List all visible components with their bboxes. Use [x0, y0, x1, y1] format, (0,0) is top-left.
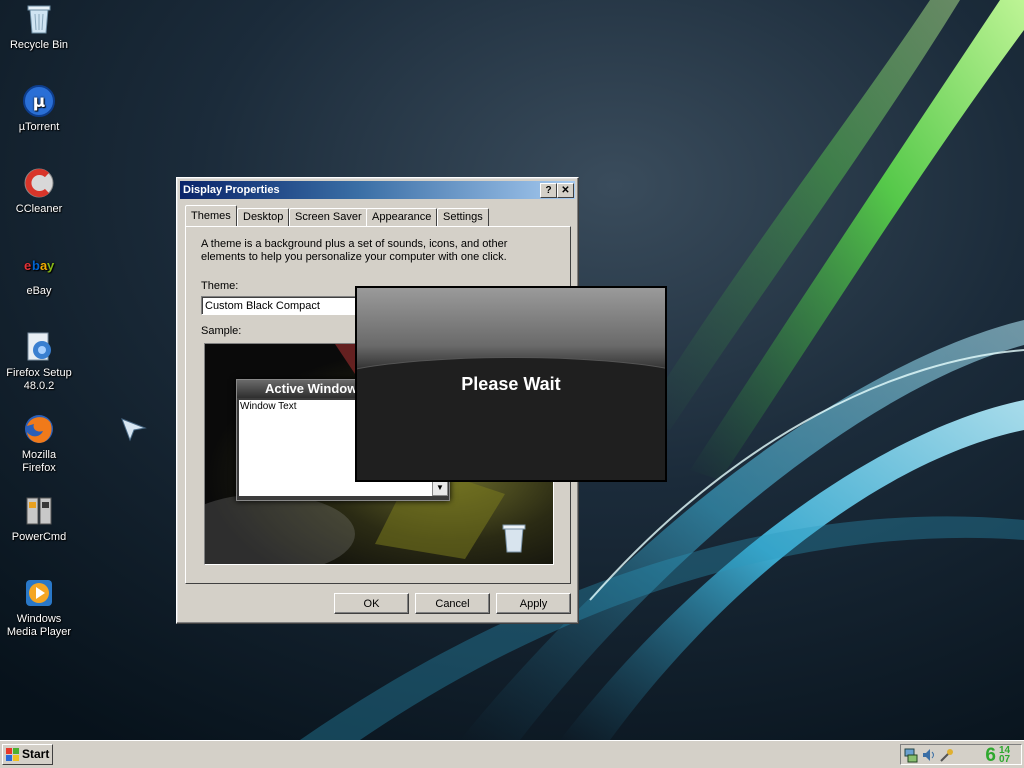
- desktop-icon-label: Windows Media Player: [6, 613, 72, 638]
- please-wait-overlay: Please Wait: [355, 286, 667, 482]
- please-wait-text: Please Wait: [461, 374, 561, 394]
- network-icon[interactable]: [903, 747, 919, 763]
- close-button[interactable]: ✕: [557, 183, 574, 198]
- help-button[interactable]: ?: [540, 183, 557, 198]
- mouse-cursor-icon: [121, 418, 147, 442]
- apply-button[interactable]: Apply: [496, 593, 571, 614]
- tools-icon[interactable]: [939, 747, 955, 763]
- media-player-icon: [26, 580, 52, 606]
- chevron-down-icon: ▼: [432, 480, 448, 496]
- desktop-icon-ebay[interactable]: e b a y eBay: [0, 248, 78, 298]
- tray-clock[interactable]: 6 14 07: [985, 745, 1017, 766]
- desktop-icon-label: µTorrent: [18, 121, 60, 133]
- ok-button[interactable]: OK: [334, 593, 409, 614]
- theme-label: Theme:: [201, 280, 239, 292]
- windows-flag-icon: [6, 748, 19, 761]
- desktop-icon-recycle-bin[interactable]: Recycle Bin: [0, 2, 78, 52]
- desktop-icon-label: CCleaner: [15, 203, 63, 215]
- desktop-icon-utorrent[interactable]: µ µTorrent: [0, 84, 78, 134]
- sample-label: Sample:: [201, 325, 242, 337]
- start-button[interactable]: Start: [2, 744, 53, 765]
- theme-description: A theme is a background plus a set of so…: [201, 238, 508, 263]
- tab-desktop[interactable]: Desktop: [237, 208, 290, 226]
- firefox-icon: [25, 415, 53, 443]
- tab-appearance[interactable]: Appearance: [366, 208, 438, 226]
- utorrent-icon: µ: [23, 85, 55, 117]
- desktop-icon-firefox-setup[interactable]: Firefox Setup 48.0.2: [0, 330, 78, 393]
- ebay-icon: e b a y: [24, 258, 55, 273]
- taskbar: Start 6 14 07: [0, 740, 1024, 768]
- svg-text:e: e: [24, 258, 31, 273]
- ccleaner-icon: [24, 168, 54, 198]
- recycle-bin-icon: [502, 524, 526, 553]
- recycle-bin-icon: [27, 5, 51, 34]
- desktop-icon-powercmd[interactable]: PowerCmd: [0, 494, 78, 544]
- svg-text:µ: µ: [33, 92, 46, 112]
- dialog-title-bar[interactable]: Display Properties ? ✕: [180, 181, 575, 199]
- sample-window-text: Window Text: [240, 401, 297, 412]
- desktop-icon-windows-media-player[interactable]: Windows Media Player: [0, 576, 78, 639]
- desktop-icon-label: eBay: [26, 285, 52, 297]
- system-tray: 6 14 07: [900, 744, 1022, 765]
- svg-text:b: b: [32, 258, 40, 273]
- desktop-icon-label: Mozilla Firefox: [21, 449, 57, 474]
- desktop-icon-label: Recycle Bin: [9, 39, 69, 51]
- tab-screen-saver[interactable]: Screen Saver: [289, 208, 368, 226]
- start-label: Start: [22, 747, 50, 761]
- firefox-setup-icon: [27, 332, 51, 361]
- powercmd-icon: [26, 497, 52, 525]
- desktop-icon-label: PowerCmd: [11, 531, 67, 543]
- desktop-icon-ccleaner[interactable]: CCleaner: [0, 166, 78, 216]
- cancel-button[interactable]: Cancel: [415, 593, 490, 614]
- svg-text:y: y: [47, 258, 55, 273]
- tab-themes[interactable]: Themes: [185, 205, 237, 226]
- volume-icon[interactable]: [921, 747, 937, 763]
- clock-hour: 6: [985, 745, 996, 766]
- desktop-icon-label: Firefox Setup 48.0.2: [6, 367, 72, 392]
- tab-settings[interactable]: Settings: [437, 208, 489, 226]
- dialog-title: Display Properties: [183, 184, 280, 196]
- clock-minutes: 14 07: [999, 745, 1011, 765]
- desktop-icon-mozilla-firefox[interactable]: Mozilla Firefox: [0, 412, 78, 475]
